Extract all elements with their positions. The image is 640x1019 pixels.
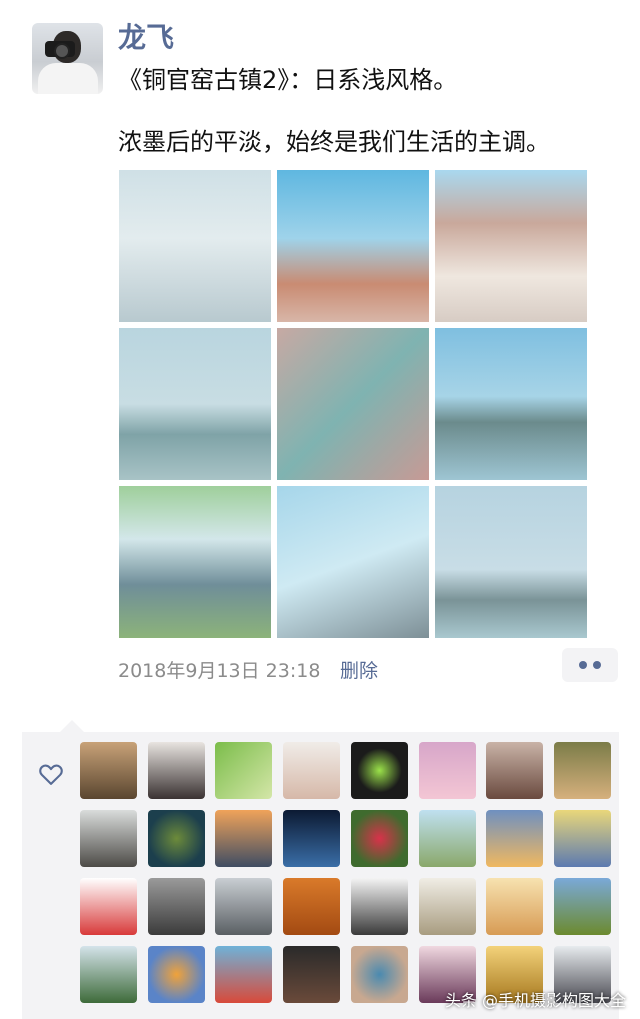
post-timestamp: 2018年9月13日 23:18 xyxy=(118,660,321,682)
like-avatar-18[interactable] xyxy=(147,878,205,935)
heart-outline-icon xyxy=(39,764,63,785)
like-avatar-26[interactable] xyxy=(147,946,205,1003)
poster-name[interactable]: 龙飞 xyxy=(118,16,174,56)
photo-pagoda-willow[interactable] xyxy=(119,328,271,480)
like-avatar-8[interactable] xyxy=(553,742,611,799)
like-avatar-17[interactable] xyxy=(80,878,137,935)
like-avatar-25[interactable] xyxy=(80,946,137,1003)
like-avatar-29[interactable] xyxy=(350,946,408,1003)
like-avatar-23[interactable] xyxy=(486,878,544,935)
like-avatar-28[interactable] xyxy=(283,946,341,1003)
like-avatar-4[interactable] xyxy=(283,742,341,799)
like-avatar-21[interactable] xyxy=(350,878,408,935)
photo-wall-sign[interactable] xyxy=(119,486,271,638)
watermark-text: 头条 @手机摄影构图大全 xyxy=(444,991,626,1010)
like-avatar-5[interactable] xyxy=(350,742,408,799)
more-dot-icon xyxy=(593,661,601,669)
avatar-body xyxy=(38,63,98,94)
like-avatar-6[interactable] xyxy=(418,742,476,799)
like-avatar-22[interactable] xyxy=(418,878,476,935)
like-avatar-16[interactable] xyxy=(553,810,611,867)
photo-arch-gate[interactable] xyxy=(119,170,271,322)
photo-pagoda-distant[interactable] xyxy=(435,486,587,638)
like-avatar-12[interactable] xyxy=(283,810,341,867)
photo-signboard[interactable] xyxy=(277,328,429,480)
like-avatar-24[interactable] xyxy=(553,878,611,935)
likes-panel-caret xyxy=(60,720,84,732)
photo-pottery-jar[interactable] xyxy=(277,170,429,322)
post-text-line1: 《铜官窑古镇2》：日系浅风格。 xyxy=(118,66,458,94)
like-avatar-7[interactable] xyxy=(486,742,544,799)
like-avatar-15[interactable] xyxy=(486,810,544,867)
poster-avatar[interactable] xyxy=(32,23,103,94)
like-avatar-1[interactable] xyxy=(80,742,137,799)
like-avatar-19[interactable] xyxy=(215,878,273,935)
like-avatar-27[interactable] xyxy=(215,946,273,1003)
more-dot-icon xyxy=(579,661,587,669)
like-avatar-10[interactable] xyxy=(147,810,205,867)
photo-grid xyxy=(119,170,587,638)
delete-link[interactable]: 删除 xyxy=(340,656,378,683)
camera-lens xyxy=(54,43,70,59)
like-avatar-13[interactable] xyxy=(350,810,408,867)
like-avatar-2[interactable] xyxy=(147,742,205,799)
like-avatar-11[interactable] xyxy=(215,810,273,867)
like-avatar-9[interactable] xyxy=(80,810,137,867)
photo-pagoda-lake[interactable] xyxy=(435,328,587,480)
photo-ancient-building[interactable] xyxy=(435,170,587,322)
like-avatar-14[interactable] xyxy=(418,810,476,867)
more-button[interactable] xyxy=(562,648,618,682)
post-text-line2: 浓墨后的平淡，始终是我们生活的主调。 xyxy=(118,128,550,156)
likes-panel xyxy=(22,720,619,1019)
like-avatar-20[interactable] xyxy=(283,878,341,935)
like-avatar-3[interactable] xyxy=(215,742,273,799)
photo-eaves[interactable] xyxy=(277,486,429,638)
